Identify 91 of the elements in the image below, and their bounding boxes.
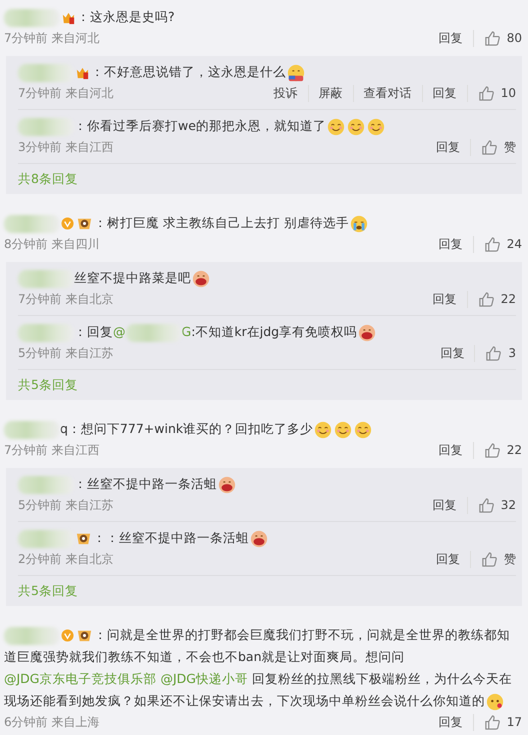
like-count: 80 bbox=[506, 31, 522, 45]
action-link[interactable]: 回复 bbox=[426, 550, 471, 568]
blurred-name bbox=[18, 324, 74, 342]
comment-text: ：这永恩是史吗? bbox=[4, 6, 522, 28]
like-icon[interactable] bbox=[481, 138, 498, 156]
like-icon[interactable] bbox=[484, 236, 501, 252]
action-link[interactable]: 回复 bbox=[428, 442, 474, 458]
like-count: 22 bbox=[500, 292, 516, 306]
laughing-emoji-icon bbox=[192, 270, 210, 288]
comment-text: ：：丝窒不提中路一条活蛆 bbox=[18, 527, 516, 549]
like-icon[interactable] bbox=[484, 442, 501, 458]
like-icon[interactable] bbox=[478, 496, 495, 514]
comment-text: ：问就是全世界的打野都会巨魔我们打野不玩，问就是全世界的教练都知道巨魔强势就我们教练不知道，不会也不ban就是让对面爽局。想问问 @JDG京东电子竞技俱乐部 @JDG快递小哥 回复粉丝的拉黑线下极端粉丝，为什么今天在现场还能看到她发疯？如果还不让保安请出去，下次现场中单粉丝会说什么你知道的 bbox=[4, 624, 522, 712]
smile-emoji-icon bbox=[346, 118, 365, 136]
action-link[interactable]: 查看对话 bbox=[354, 84, 423, 102]
blushing-emoji-icon bbox=[486, 692, 504, 711]
comment-text: 丝窒不提中路菜是吧 bbox=[18, 267, 516, 289]
timestamp: 8分钟前 bbox=[4, 236, 48, 252]
like-count: 3 bbox=[508, 346, 516, 360]
crown-badge-icon bbox=[75, 65, 90, 80]
action-link[interactable]: 屏蔽 bbox=[308, 84, 354, 102]
action-link[interactable]: 回复 bbox=[428, 236, 474, 252]
timestamp: 7分钟前 bbox=[18, 84, 62, 102]
location-label: 来自江西 bbox=[66, 138, 114, 156]
blurred-name bbox=[18, 64, 74, 82]
smile-emoji-icon bbox=[354, 420, 372, 439]
timestamp: 7分钟前 bbox=[4, 30, 48, 46]
like-icon[interactable] bbox=[478, 290, 495, 308]
blurred-name bbox=[18, 530, 74, 548]
smile-emoji-icon bbox=[366, 118, 385, 136]
timestamp: 7分钟前 bbox=[18, 290, 62, 308]
action-link[interactable]: 投诉 bbox=[264, 84, 309, 102]
laughing-emoji-icon bbox=[218, 476, 236, 494]
location-label: 来自江苏 bbox=[66, 496, 114, 514]
location-label: 来自北京 bbox=[66, 550, 114, 568]
vip-badge-icon bbox=[61, 629, 74, 642]
like-count: 10 bbox=[500, 86, 516, 100]
comment-text: ：回复@ G:不知道kr在jdg享有免喷权吗 bbox=[18, 321, 516, 343]
comment-text: q：想问下777+wink谁买的？回扣吃了多少 bbox=[4, 418, 522, 440]
blurred-name bbox=[4, 626, 60, 645]
blurred-name bbox=[4, 214, 60, 233]
blurred-name bbox=[18, 118, 74, 136]
like-icon[interactable] bbox=[484, 30, 501, 46]
action-link[interactable]: 回复 bbox=[428, 30, 474, 46]
action-link[interactable]: 回复 bbox=[428, 714, 474, 730]
like-count: 32 bbox=[500, 498, 516, 512]
action-link[interactable]: 回复 bbox=[430, 344, 476, 362]
like-count: 赞 bbox=[504, 550, 516, 568]
timestamp: 5分钟前 bbox=[18, 344, 62, 362]
timestamp: 5分钟前 bbox=[18, 496, 62, 514]
crying-emoji-icon bbox=[350, 214, 368, 233]
blurred-name bbox=[4, 420, 60, 439]
action-link[interactable]: 回复 bbox=[426, 138, 471, 156]
location-label: 来自上海 bbox=[52, 714, 100, 730]
like-icon[interactable] bbox=[481, 550, 498, 568]
comment-text: ：你看过季后赛打we的那把永恩，就知道了 bbox=[18, 115, 516, 137]
action-link[interactable]: 回复 bbox=[422, 290, 468, 308]
smile-emoji-icon bbox=[314, 420, 332, 439]
location-label: 来自河北 bbox=[66, 84, 114, 102]
like-count: 赞 bbox=[504, 138, 516, 156]
location-label: 来自江苏 bbox=[66, 344, 114, 362]
blurred-name bbox=[4, 8, 60, 27]
laughing-emoji-icon bbox=[358, 324, 376, 342]
comment-text: ：树打巨魔 求主教练自己上去打 别虐待选手 bbox=[4, 212, 522, 234]
location-label: 来自北京 bbox=[66, 290, 114, 308]
like-icon[interactable] bbox=[484, 714, 501, 730]
location-label: 来自江西 bbox=[52, 442, 100, 458]
smile-emoji-icon bbox=[326, 118, 345, 136]
smile-emoji-icon bbox=[334, 420, 352, 439]
like-count: 24 bbox=[506, 237, 522, 251]
timestamp: 3分钟前 bbox=[18, 138, 62, 156]
vip-badge-icon bbox=[61, 217, 74, 230]
action-link[interactable]: 回复 bbox=[422, 84, 468, 102]
crown-badge-icon bbox=[61, 10, 76, 26]
like-count: 17 bbox=[506, 715, 522, 729]
location-label: 来自河北 bbox=[52, 30, 100, 46]
location-label: 来自四川 bbox=[52, 236, 100, 252]
like-icon[interactable] bbox=[478, 84, 495, 102]
comment-text: ：丝窒不提中路一条活蛆 bbox=[18, 473, 516, 495]
timestamp: 2分钟前 bbox=[18, 550, 62, 568]
laughing-emoji-icon bbox=[250, 530, 268, 548]
like-icon[interactable] bbox=[485, 344, 502, 362]
timestamp: 6分钟前 bbox=[4, 714, 48, 730]
blurred-name bbox=[18, 476, 74, 494]
timestamp: 7分钟前 bbox=[4, 442, 48, 458]
action-link[interactable]: 回复 bbox=[422, 496, 468, 514]
hugging-emoji-icon bbox=[287, 64, 305, 82]
comment-text: ：不好意思说错了，这永恩是什么 bbox=[18, 61, 516, 83]
like-count: 22 bbox=[506, 443, 522, 457]
blurred-name bbox=[18, 270, 74, 288]
blurred-name bbox=[126, 324, 182, 342]
